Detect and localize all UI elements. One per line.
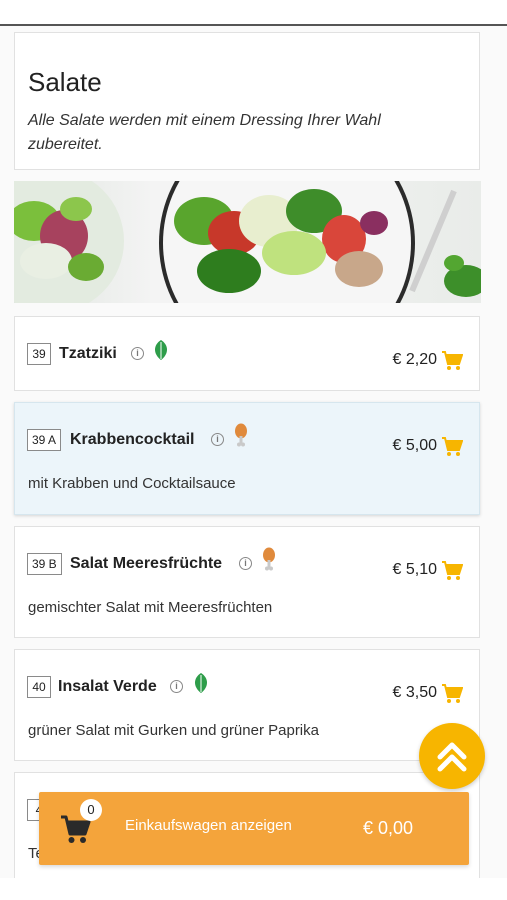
leaf-icon (152, 339, 170, 366)
item-price: € 5,10 (392, 561, 437, 578)
info-icon[interactable]: i (170, 680, 183, 693)
item-name: Tzatziki (59, 345, 117, 362)
info-icon[interactable]: i (239, 557, 252, 570)
drumstick-icon (262, 547, 276, 576)
add-to-cart-icon[interactable] (441, 437, 464, 462)
info-icon[interactable]: i (131, 347, 144, 360)
item-number: 39 A (27, 429, 62, 451)
menu-item[interactable]: 40 Insalat Verde i € 3,50 grüner Salat m… (14, 649, 480, 761)
item-description: gemischter Salat mit Meeresfrüchten (28, 599, 273, 616)
menu-item[interactable]: 39 B Salat Meeresfrüchte i € 5,10 gemisc… (14, 526, 480, 638)
item-name: Salat Meeresfrüchte (70, 555, 223, 572)
salad-banner-image (14, 181, 481, 303)
item-name: Krabbencocktail (70, 431, 195, 448)
item-number: 40 (27, 676, 51, 698)
section-header: Salate Alle Salate werden mit einem Dres… (14, 32, 480, 170)
item-price: € 2,20 (392, 351, 437, 368)
bottom-area (0, 878, 507, 900)
add-to-cart-icon[interactable] (441, 561, 464, 586)
show-cart-button[interactable]: 0 Einkaufswagen anzeigen € 0,00 (39, 792, 469, 865)
section-title: Salate (28, 67, 102, 97)
menu-page: Salate Alle Salate werden mit einem Dres… (0, 26, 507, 882)
item-number: 39 B (27, 553, 62, 575)
status-area (0, 0, 507, 26)
add-to-cart-icon[interactable] (441, 684, 464, 709)
menu-item[interactable]: 39 Tzatziki i € 2,20 (14, 316, 480, 391)
drumstick-icon (234, 423, 248, 452)
cart-count-badge: 0 (80, 799, 102, 821)
item-name: Insalat Verde (58, 678, 157, 695)
item-price: € 3,50 (392, 684, 437, 701)
add-to-cart-icon[interactable] (441, 351, 464, 376)
info-icon[interactable]: i (211, 433, 224, 446)
leaf-icon (192, 672, 210, 699)
scroll-to-top-button[interactable] (419, 723, 485, 789)
cart-total: € 0,00 (363, 818, 414, 838)
item-description: mit Krabben und Cocktailsauce (28, 475, 236, 492)
double-chevron-up-icon (437, 742, 467, 772)
item-price: € 5,00 (392, 437, 437, 454)
cart-label: Einkaufswagen anzeigen (125, 817, 292, 834)
menu-item[interactable]: 39 A Krabbencocktail i € 5,00 mit Krabbe… (14, 402, 480, 515)
item-description: grüner Salat mit Gurken und grüner Papri… (28, 722, 319, 739)
section-subtitle: Alle Salate werden mit einem Dressing Ih… (28, 112, 381, 153)
item-number: 39 (27, 343, 51, 365)
